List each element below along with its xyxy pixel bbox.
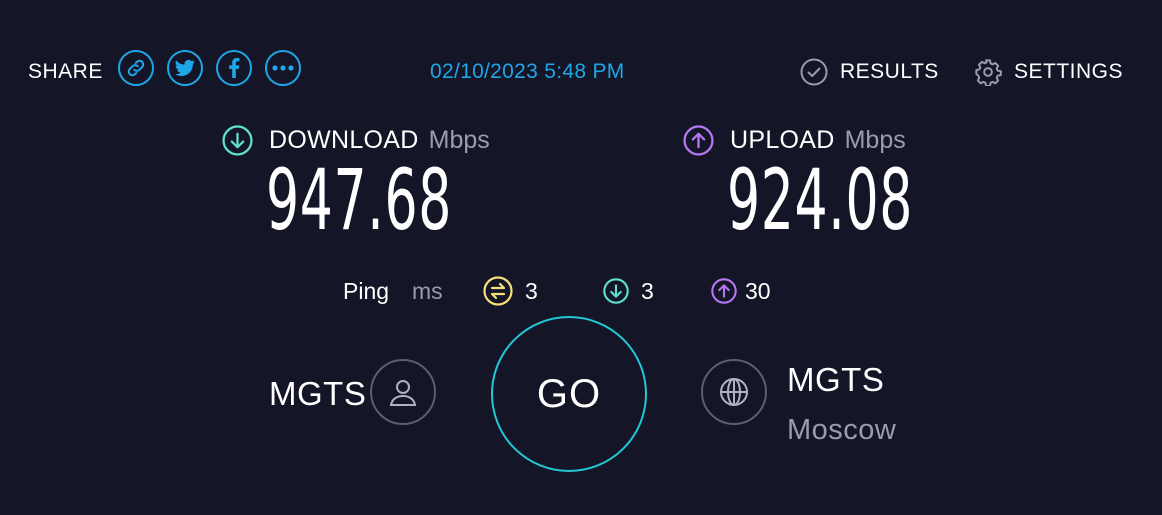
share-label: SHARE: [28, 60, 103, 83]
download-arrow-icon: [222, 124, 253, 156]
download-value: 947.68: [266, 151, 452, 249]
isp-button[interactable]: [370, 359, 436, 425]
ping-idle-value: 3: [525, 278, 538, 304]
ping-download: 3: [603, 276, 654, 306]
ping-upload-value: 30: [745, 278, 771, 304]
ping-row: Ping ms 3 3 30: [0, 276, 1162, 308]
settings-link[interactable]: SETTINGS: [974, 58, 1123, 86]
facebook-icon: [229, 58, 240, 78]
gear-icon: [975, 59, 1002, 86]
ping-download-value: 3: [641, 278, 654, 304]
server-location[interactable]: Moscow: [787, 412, 896, 448]
isp-name: MGTS: [269, 375, 367, 412]
ping-unit: ms: [412, 278, 443, 304]
idle-latency-icon: [483, 276, 513, 306]
ping-upload: 30: [711, 276, 771, 306]
share-link-button[interactable]: [118, 50, 154, 86]
share-twitter-button[interactable]: [167, 50, 203, 86]
share-facebook-button[interactable]: [216, 50, 252, 86]
upload-arrow-icon: [683, 124, 714, 156]
server-button[interactable]: [701, 359, 767, 425]
link-icon: [127, 59, 145, 77]
download-latency-icon: [603, 278, 629, 304]
upload-value: 924.08: [727, 151, 913, 249]
user-icon: [389, 380, 417, 406]
test-timestamp: 02/10/2023 5:48 PM: [430, 60, 625, 83]
check-circle-icon: [800, 58, 828, 86]
more-icon: [272, 65, 294, 71]
settings-label: SETTINGS: [1014, 60, 1124, 83]
ping-idle: 3: [483, 276, 538, 306]
results-link[interactable]: RESULTS: [800, 58, 939, 86]
ping-label: Ping: [343, 278, 390, 304]
globe-icon: [720, 378, 748, 406]
upload-latency-icon: [711, 278, 737, 304]
results-label: RESULTS: [840, 60, 939, 83]
speedtest-panel: SHARE 02/10/2023 5:48 PM RESULTS SETTING…: [0, 0, 1162, 515]
share-more-button[interactable]: [265, 50, 301, 86]
server-name[interactable]: MGTS: [787, 360, 884, 400]
go-label: GO: [536, 371, 602, 416]
go-button[interactable]: GO: [491, 316, 647, 472]
twitter-icon: [175, 59, 195, 76]
